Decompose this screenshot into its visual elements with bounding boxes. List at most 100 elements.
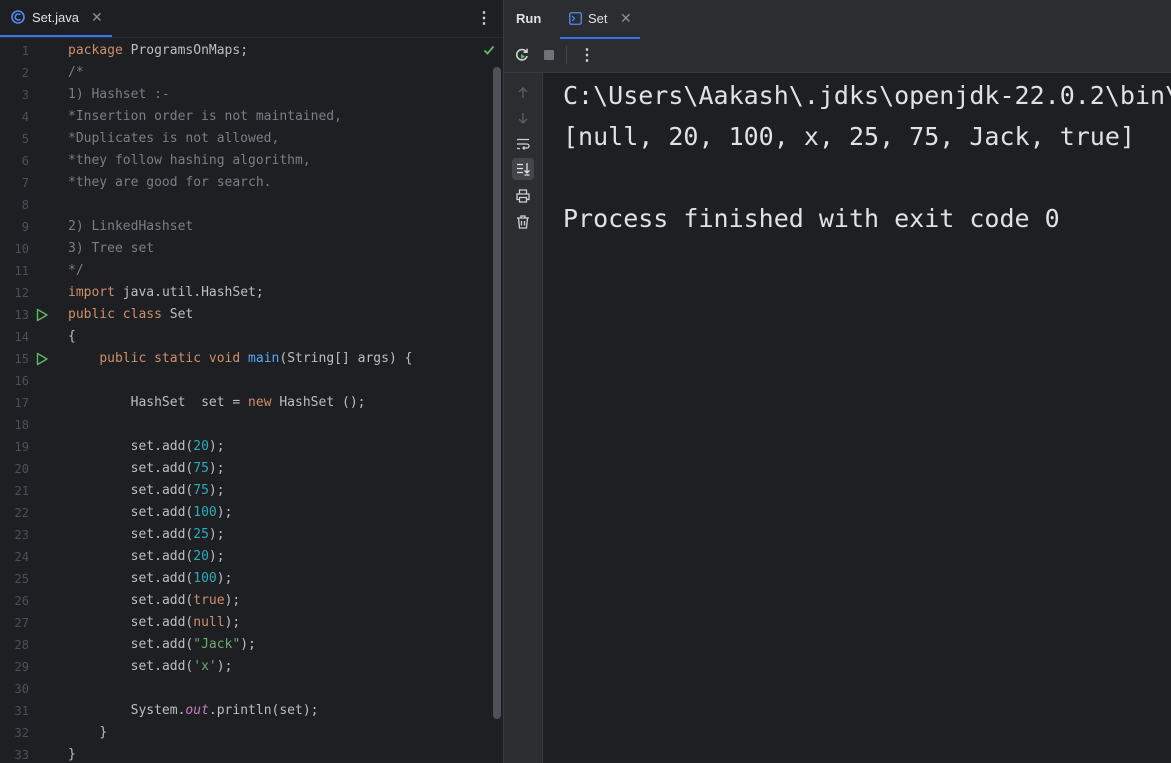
editor-scrollbar[interactable] — [493, 67, 501, 719]
line-number[interactable]: 24 — [0, 546, 29, 568]
code-line[interactable]: 11 */ — [0, 260, 490, 282]
line-number[interactable]: 25 — [0, 568, 29, 590]
trash-icon[interactable] — [512, 211, 534, 233]
line-number[interactable]: 12 — [0, 282, 29, 304]
code-line[interactable]: 3 1) Hashset :- — [0, 84, 490, 106]
scroll-to-end-icon[interactable] — [512, 158, 534, 180]
code-line[interactable]: 6 *they follow hashing algorithm, — [0, 150, 490, 172]
line-number[interactable]: 20 — [0, 458, 29, 480]
print-icon[interactable] — [512, 185, 534, 207]
line-number[interactable]: 21 — [0, 480, 29, 502]
code-line[interactable]: 5 *Duplicates is not allowed, — [0, 128, 490, 150]
line-number[interactable]: 3 — [0, 84, 29, 106]
line-number[interactable]: 1 — [0, 40, 29, 62]
code-line[interactable]: 30 — [0, 678, 490, 700]
line-number[interactable]: 8 — [0, 194, 29, 216]
code-line[interactable]: 2 /* — [0, 62, 490, 84]
code-line[interactable]: 28 set.add("Jack"); — [0, 634, 490, 656]
line-number[interactable]: 10 — [0, 238, 29, 260]
code-line[interactable]: 32 } — [0, 722, 490, 744]
line-number[interactable]: 29 — [0, 656, 29, 678]
line-number[interactable]: 22 — [0, 502, 29, 524]
line-number[interactable]: 4 — [0, 106, 29, 128]
code-line[interactable]: 16 — [0, 370, 490, 392]
code-line[interactable]: 24 set.add(20); — [0, 546, 490, 568]
close-icon[interactable]: ✕ — [91, 9, 103, 26]
code-line[interactable]: 31 System.out.println(set); — [0, 700, 490, 722]
code-line[interactable]: 33} — [0, 744, 490, 763]
code-text: 2) LinkedHashset — [68, 219, 194, 234]
editor-more-options-icon[interactable]: ⋮ — [476, 8, 492, 28]
code-text: *they are good for search. — [68, 175, 272, 190]
line-number[interactable]: 28 — [0, 634, 29, 656]
code-line[interactable]: 23 set.add(25); — [0, 524, 490, 546]
line-number[interactable]: 33 — [0, 744, 29, 763]
run-gutter-icon[interactable] — [35, 308, 49, 322]
line-number[interactable]: 7 — [0, 172, 29, 194]
file-tab-set-java[interactable]: Set.java ✕ — [0, 0, 112, 37]
code-line[interactable]: 1 package ProgramsOnMaps; — [0, 40, 490, 62]
code-text: *Insertion order is not maintained, — [68, 109, 342, 124]
line-number[interactable]: 15 — [0, 348, 29, 370]
code-text: set.add(null); — [130, 615, 241, 630]
code-line[interactable]: 26 set.add(true); — [0, 590, 490, 612]
code-line[interactable]: 17 HashSet set = new HashSet (); — [0, 392, 490, 414]
code-line[interactable]: 12 import java.util.HashSet; — [0, 282, 490, 304]
line-number[interactable]: 2 — [0, 62, 29, 84]
code-line[interactable]: 29 set.add('x'); — [0, 656, 490, 678]
rerun-icon[interactable] — [514, 47, 530, 63]
code-line[interactable]: 21 set.add(75); — [0, 480, 490, 502]
code-editor[interactable]: Set.java ✕ ⋮ 1 package ProgramsOnMaps; 2 /*… — [0, 0, 503, 763]
code-line[interactable]: 27 set.add(null); — [0, 612, 490, 634]
code-text: set.add(75); — [130, 483, 225, 498]
code-line[interactable]: 4 *Insertion order is not maintained, — [0, 106, 490, 128]
run-window-title: Run — [516, 11, 542, 26]
line-number[interactable]: 30 — [0, 678, 29, 700]
run-config-tab[interactable]: Set ✕ — [560, 0, 640, 39]
line-number[interactable]: 32 — [0, 722, 29, 744]
line-number[interactable]: 17 — [0, 392, 29, 414]
run-more-options-icon[interactable]: ⋮ — [579, 45, 595, 65]
line-number[interactable]: 19 — [0, 436, 29, 458]
run-gutter-icon[interactable] — [35, 352, 49, 366]
line-number[interactable]: 18 — [0, 414, 29, 436]
close-icon[interactable]: ✕ — [620, 10, 632, 27]
code-line[interactable]: 15 public static void main(String[] args… — [0, 348, 490, 370]
file-tab-label: Set.java — [32, 10, 79, 25]
code-line[interactable]: 19 set.add(20); — [0, 436, 490, 458]
console-output[interactable]: C:\Users\Aakash\.jdks\openjdk-22.0.2\bin… — [543, 73, 1171, 763]
code-text: System.out.println(set); — [130, 703, 319, 718]
code-line[interactable]: 18 — [0, 414, 490, 436]
console-icon — [569, 12, 582, 25]
line-number[interactable]: 26 — [0, 590, 29, 612]
code-line[interactable]: 8 — [0, 194, 490, 216]
line-number[interactable]: 23 — [0, 524, 29, 546]
run-tab-label: Set — [588, 11, 608, 26]
arrow-up-icon[interactable] — [512, 82, 534, 104]
code-line[interactable]: 9 2) LinkedHashset — [0, 216, 490, 238]
line-number[interactable]: 27 — [0, 612, 29, 634]
line-number[interactable]: 14 — [0, 326, 29, 348]
line-number[interactable]: 31 — [0, 700, 29, 722]
arrow-down-icon[interactable] — [512, 107, 534, 129]
code-area[interactable]: 1 package ProgramsOnMaps; 2 /* 3 1) Hashset :… — [0, 39, 503, 763]
line-number[interactable]: 9 — [0, 216, 29, 238]
line-number[interactable]: 13 — [0, 304, 29, 326]
code-line[interactable]: 10 3) Tree set — [0, 238, 490, 260]
code-line[interactable]: 7 *they are good for search. — [0, 172, 490, 194]
code-text: set.add(true); — [130, 593, 241, 608]
line-number[interactable]: 11 — [0, 260, 29, 282]
code-line[interactable]: 25 set.add(100); — [0, 568, 490, 590]
line-number[interactable]: 5 — [0, 128, 29, 150]
code-line[interactable]: 13 public class Set — [0, 304, 490, 326]
code-line[interactable]: 22 set.add(100); — [0, 502, 490, 524]
soft-wrap-icon[interactable] — [512, 133, 534, 155]
scrollbar-thumb[interactable] — [493, 67, 501, 719]
line-number[interactable]: 6 — [0, 150, 29, 172]
stop-icon[interactable] — [544, 50, 554, 60]
code-line[interactable]: 20 set.add(75); — [0, 458, 490, 480]
console-side-toolbar — [504, 73, 543, 763]
toolbar-separator — [566, 46, 567, 64]
line-number[interactable]: 16 — [0, 370, 29, 392]
code-line[interactable]: 14 { — [0, 326, 490, 348]
